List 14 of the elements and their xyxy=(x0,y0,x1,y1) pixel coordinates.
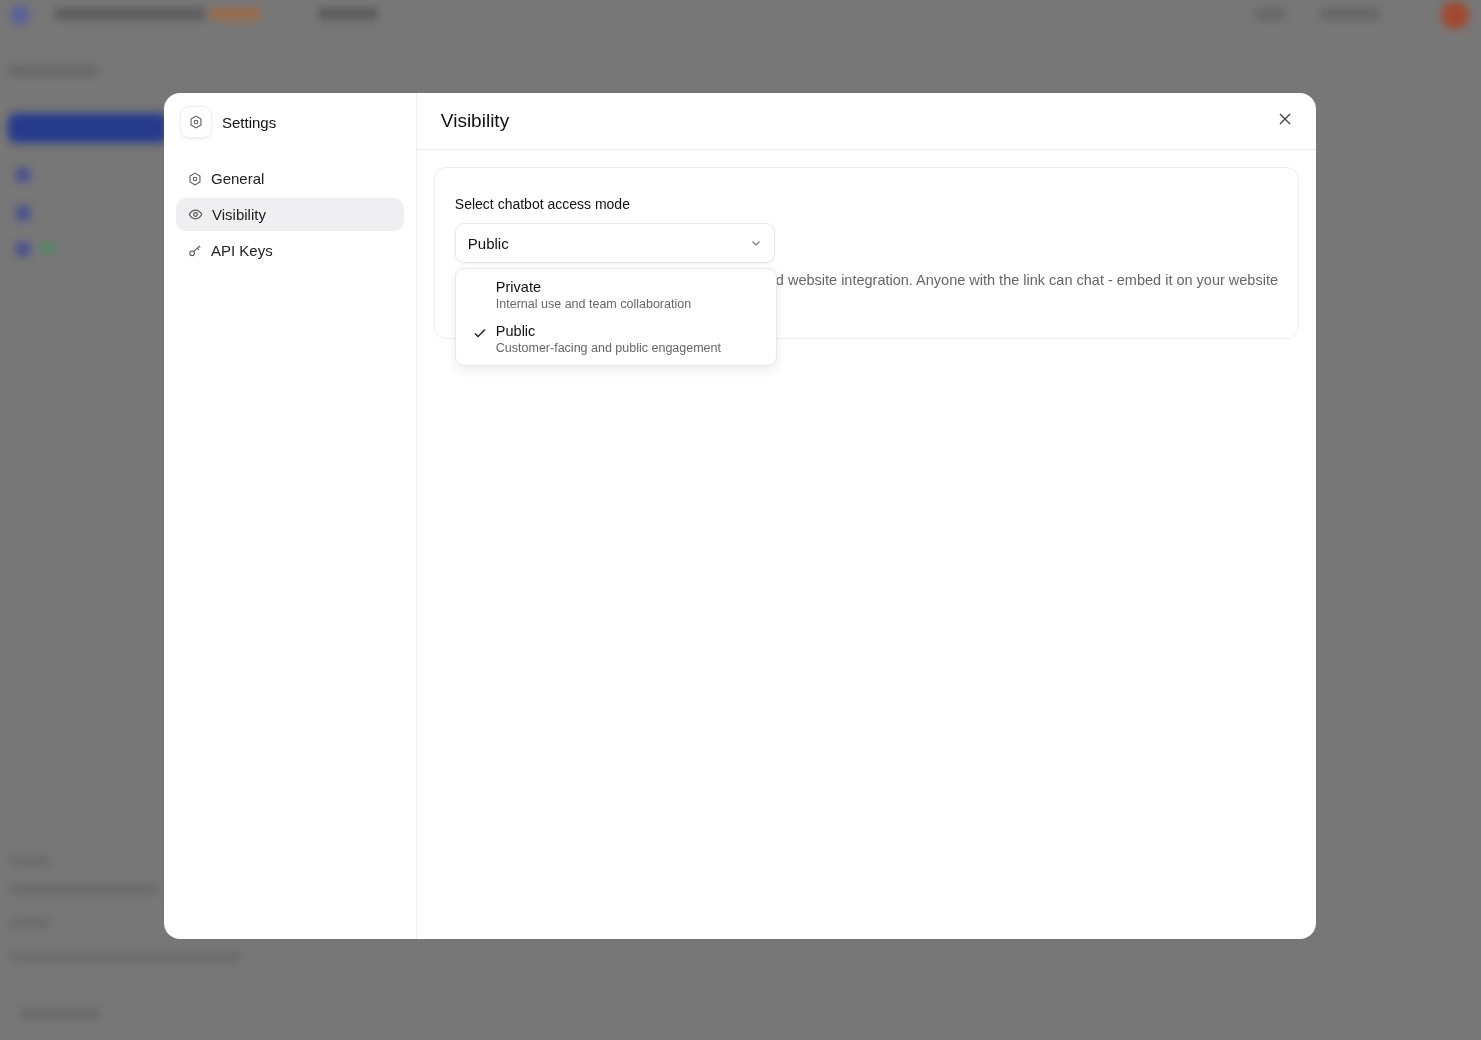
nav-item[interactable]: Visibility xyxy=(176,198,404,231)
access-mode-select[interactable]: Public xyxy=(454,223,775,263)
nav-item[interactable]: General xyxy=(176,162,404,195)
nav-item[interactable]: API Keys xyxy=(176,234,404,267)
dropdown-option[interactable]: Public Customer-facing and public engagement xyxy=(459,317,772,361)
gear-icon xyxy=(188,171,202,186)
field-label: Select chatbot access mode xyxy=(454,196,631,212)
eye-icon xyxy=(188,207,203,222)
close-icon[interactable] xyxy=(1278,112,1292,126)
key-icon xyxy=(188,243,202,258)
dialog-title: Settings xyxy=(222,113,277,131)
panel-title: Visibility xyxy=(440,110,510,132)
dropdown-option[interactable]: Private Internal use and team collaboration xyxy=(459,273,772,317)
settings-icon xyxy=(180,106,212,138)
